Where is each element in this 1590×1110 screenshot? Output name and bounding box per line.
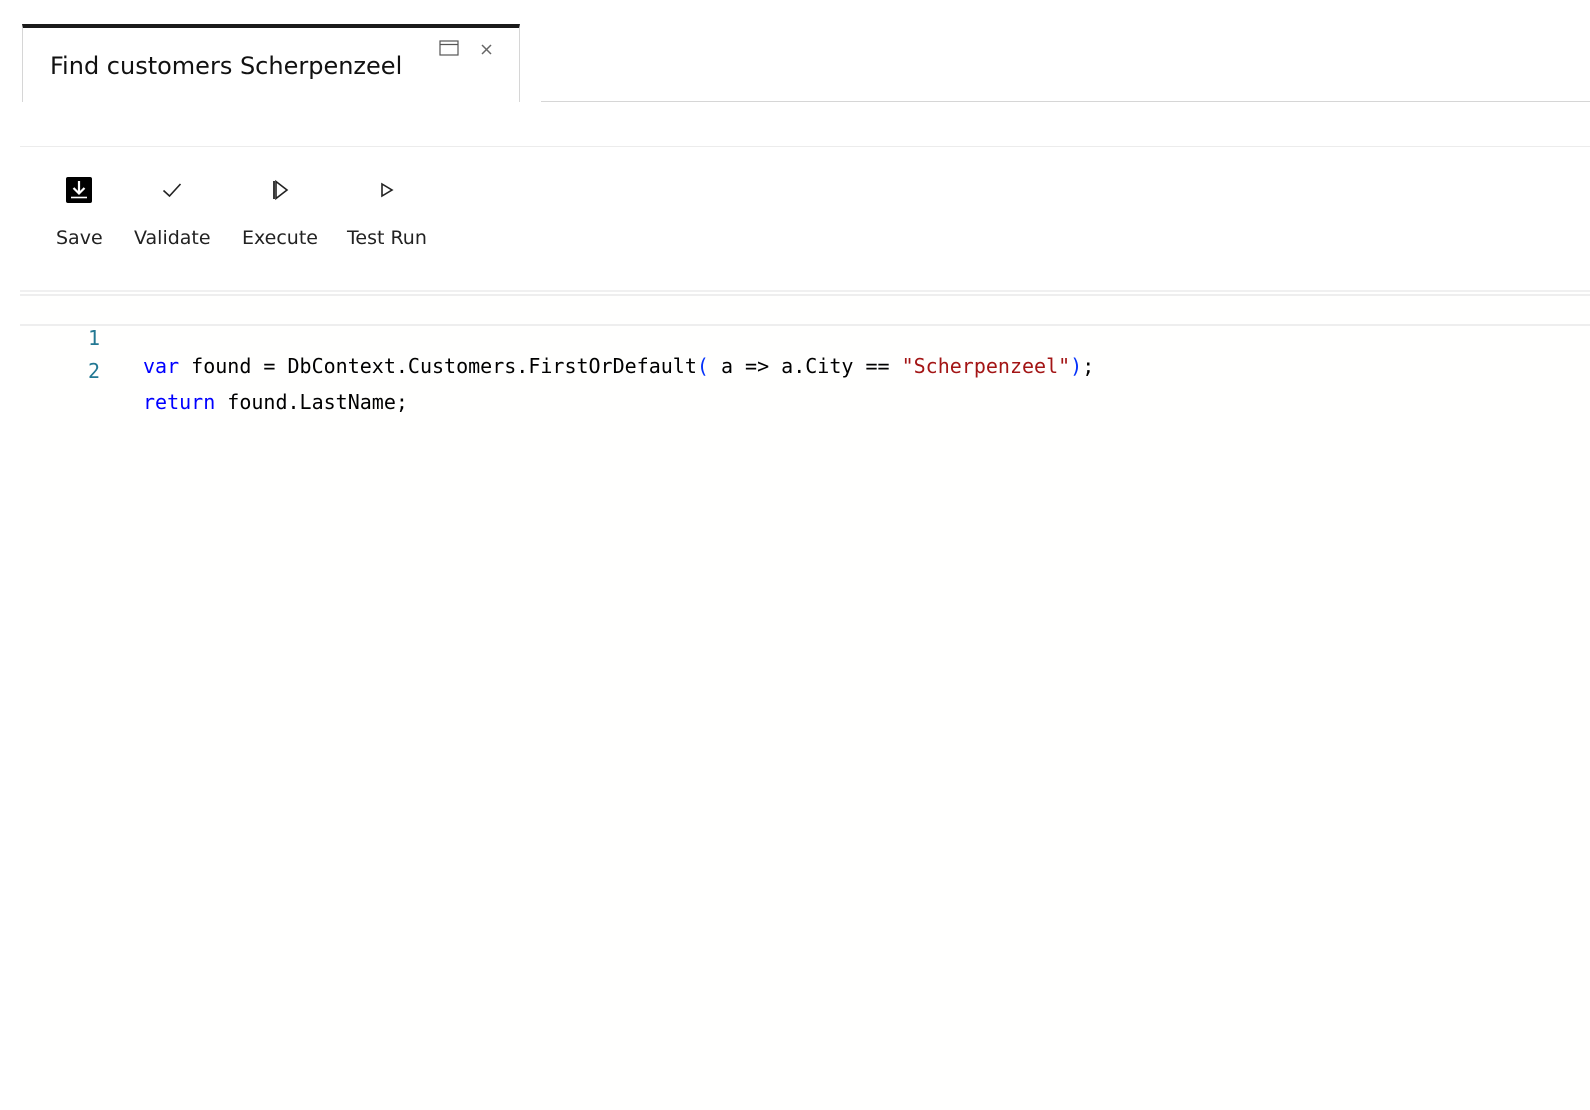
keyword-token: return (143, 390, 216, 414)
play-outline-icon (372, 175, 402, 205)
code-token: found = DbContext.Customers.FirstOrDefau… (179, 354, 697, 378)
execute-button[interactable]: Execute (242, 175, 318, 261)
code-token: a => a.City == (708, 354, 902, 378)
close-icon[interactable] (478, 40, 496, 58)
save-label: Save (56, 227, 103, 249)
tab-find-customers[interactable]: Find customers Scherpenzeel (22, 24, 520, 102)
code-token: ; (1082, 354, 1095, 378)
save-download-icon (64, 175, 94, 205)
tab-strip-divider (541, 101, 1590, 102)
test-run-label: Test Run (347, 227, 427, 249)
header-separator (20, 146, 1590, 147)
execute-label: Execute (242, 227, 318, 249)
query-editor-window: Find customers Scherpenzeel Save Validat… (0, 0, 1590, 1110)
code-text[interactable]: return found.LastName; (143, 387, 408, 418)
code-line[interactable]: 2 return found.LastName; (20, 325, 1590, 414)
paren-token: ) (1070, 354, 1083, 378)
keyword-token: var (143, 354, 180, 378)
paren-token: ( (696, 354, 709, 378)
code-token: found.LastName; (215, 390, 408, 414)
save-button[interactable]: Save (56, 175, 103, 261)
string-token: "Scherpenzeel" (901, 354, 1071, 378)
validate-button[interactable]: Validate (134, 175, 211, 261)
tab-title: Find customers Scherpenzeel (50, 52, 403, 80)
code-line[interactable]: 1 var found = DbContext.Customers.FirstO… (20, 294, 1590, 378)
code-editor[interactable]: 1 var found = DbContext.Customers.FirstO… (20, 290, 1590, 1110)
popout-window-icon[interactable] (439, 40, 459, 56)
checkmark-icon (157, 175, 187, 205)
line-number: 2 (87, 359, 100, 383)
code-text[interactable]: var found = DbContext.Customers.FirstOrD… (143, 352, 1094, 380)
tab-strip: Find customers Scherpenzeel (20, 24, 1590, 102)
validate-label: Validate (134, 227, 211, 249)
execute-play-icon (265, 175, 295, 205)
test-run-button[interactable]: Test Run (347, 175, 427, 261)
